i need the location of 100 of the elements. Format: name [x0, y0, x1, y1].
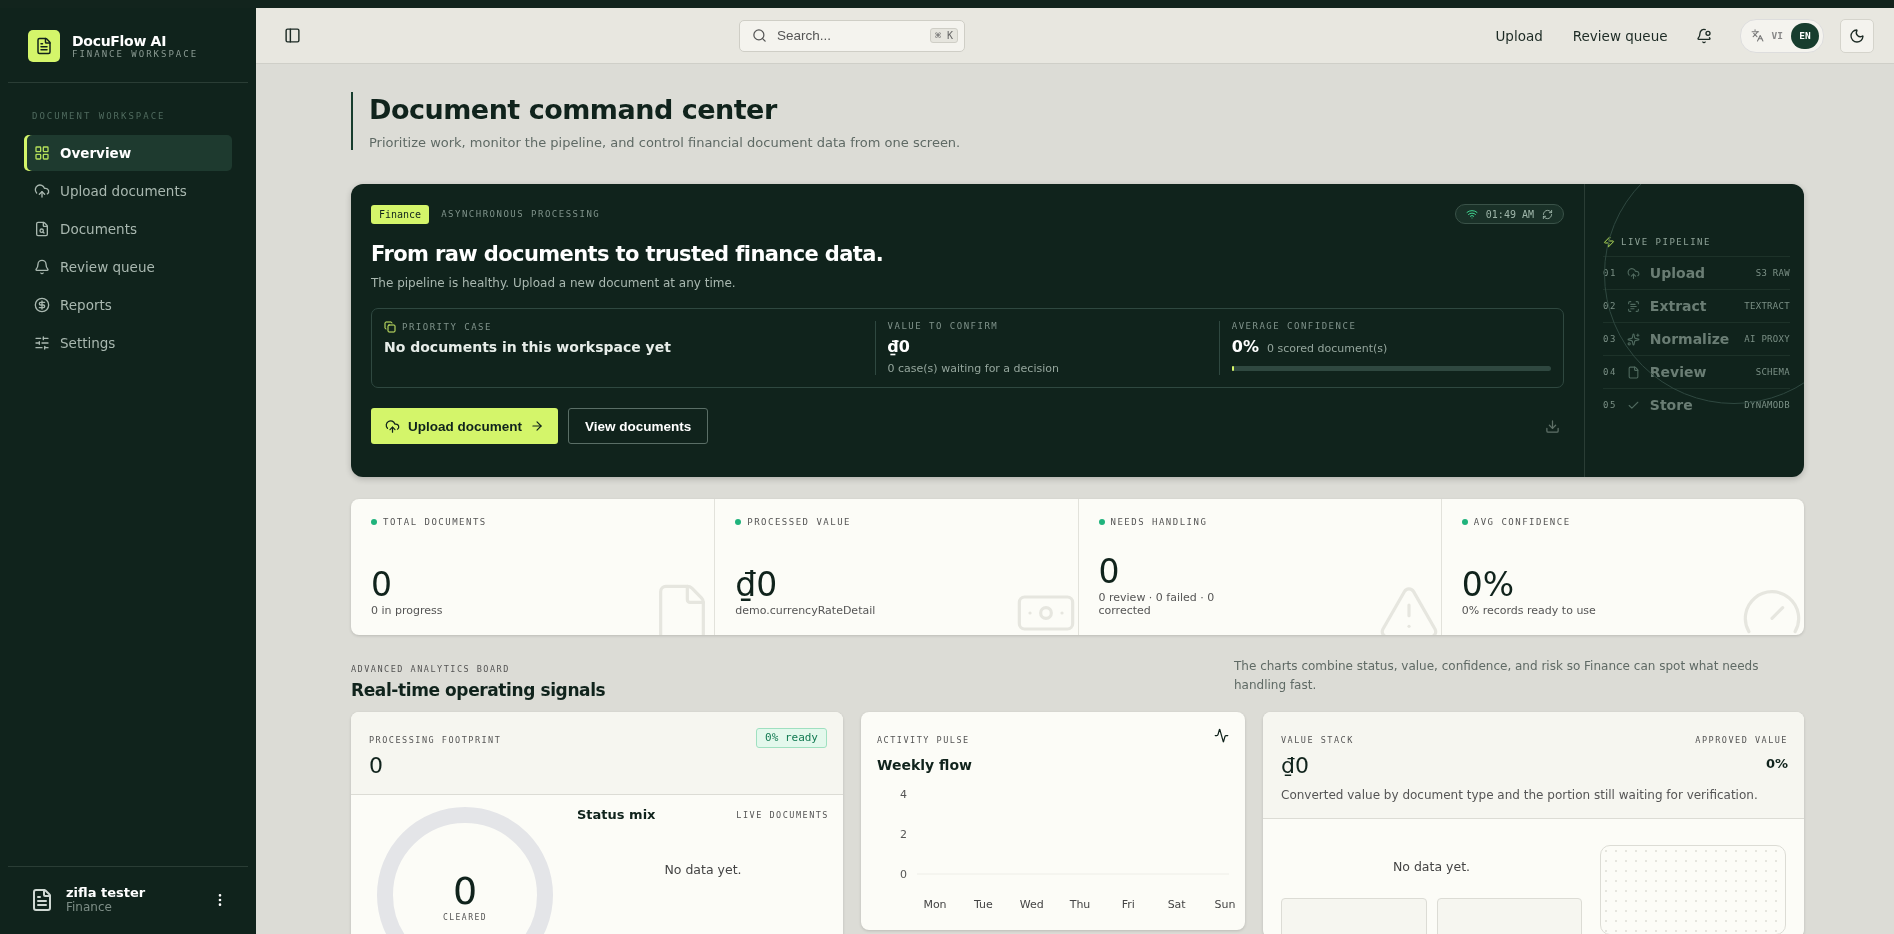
step-index: 04 [1603, 367, 1617, 377]
cloud-upload-icon [34, 183, 50, 199]
priority-text: No documents in this workspace yet [384, 339, 672, 355]
sparkles-icon [1626, 332, 1640, 346]
x-tick-label: Sun [1214, 898, 1236, 911]
mix-label: LIVE DOCUMENTS [736, 809, 829, 820]
notification-bell-icon [1695, 27, 1712, 44]
search-field[interactable]: Search... ⌘ K [739, 19, 965, 52]
moon-icon [1849, 27, 1865, 44]
empty-message: No data yet. [1391, 859, 1472, 874]
stat-note: 0% records ready to use [1461, 604, 1597, 617]
donut-value: 0 [452, 868, 478, 913]
processing-mode-label: ASYNCHRONOUS PROCESSING [441, 209, 601, 219]
status-dot [371, 519, 377, 525]
ready-badge: 0% ready [756, 728, 827, 748]
empty-message: No data yet. [663, 862, 743, 877]
refresh-icon [1542, 208, 1553, 220]
language-switcher[interactable]: VI EN [1739, 18, 1824, 53]
card-label: PROCESSING FOOTPRINT [369, 735, 502, 745]
nav-section-label: DOCUMENT WORKSPACE [31, 110, 167, 123]
nav-item[interactable]: Review queue [24, 249, 232, 285]
search-input[interactable]: Search... [775, 27, 922, 44]
nav-item[interactable]: Reports [24, 287, 232, 323]
stat-value: 0 [1098, 552, 1121, 591]
language-option[interactable]: EN [1791, 22, 1819, 49]
step-name: Store [1649, 397, 1694, 413]
section-title: Real-time operating signals [351, 680, 606, 700]
card-label: ACTIVITY PULSE [877, 735, 970, 745]
search-icon [752, 28, 767, 43]
step-service: AI PROXY [1744, 334, 1790, 344]
stat-label: AVG CONFIDENCE [1473, 517, 1571, 527]
donut-label: CLEARED [442, 912, 488, 922]
x-tick-label: Wed [1019, 898, 1044, 911]
status-dot [1461, 519, 1468, 525]
stat-value: ₫0 [735, 565, 779, 604]
theme-toggle-button[interactable] [1840, 18, 1874, 53]
value-amount: ₫0 [887, 337, 911, 356]
status-dot [1098, 519, 1105, 525]
x-tick-label: Tue [973, 898, 993, 911]
pipeline-status: The pipeline is healthy. Upload a new document at any time. [371, 276, 737, 290]
view-documents-button[interactable]: View documents [568, 408, 709, 444]
step-index: 03 [1603, 334, 1617, 344]
nav-item[interactable]: Upload documents [24, 173, 232, 209]
lightning-icon [1603, 236, 1615, 248]
stat-note: demo.currencyRateDetail [735, 604, 877, 617]
user-role: Finance [66, 900, 113, 914]
shortcut-hint: ⌘ K [929, 28, 958, 43]
chart-title: Weekly flow [877, 757, 972, 773]
cell-label: VALUE TO CONFIRM [887, 321, 1000, 331]
dollar-icon [34, 297, 50, 313]
card-value: 0 [369, 753, 384, 778]
x-tick-label: Thu [1069, 898, 1091, 911]
bell-icon [34, 259, 50, 275]
settings-icon [34, 335, 50, 351]
download-icon [1545, 418, 1560, 434]
step-name: Upload [1649, 265, 1707, 281]
stat-note: 0 review · 0 failed · 0 corrected [1098, 591, 1216, 617]
app-logo-icon [28, 30, 60, 62]
confidence-value: 0% [1231, 337, 1259, 356]
step-service: SCHEMA [1755, 367, 1790, 377]
top-nav-link[interactable]: Review queue [1572, 27, 1668, 44]
upload-document-button[interactable]: Upload document [371, 408, 558, 444]
x-tick-label: Mon [923, 898, 947, 911]
stat-note: 0 in progress [371, 604, 444, 617]
app-subtitle: FINANCE WORKSPACE [72, 49, 199, 59]
step-index: 02 [1603, 301, 1617, 311]
page-subtitle: Prioritize work, monitor the pipeline, and control financial document data from one screen. [369, 135, 962, 150]
nav-item[interactable]: Settings [24, 325, 232, 361]
card-label: VALUE STACK [1281, 735, 1354, 745]
approved-value: 0% [1765, 756, 1788, 771]
cloud-upload-icon [1626, 266, 1640, 280]
top-nav-link[interactable]: Upload [1495, 27, 1543, 44]
nav-item[interactable]: Overview [24, 135, 232, 171]
document-icon [1626, 365, 1640, 379]
stat-value: 0 [371, 565, 393, 604]
y-tick-label: 0 [900, 868, 907, 881]
translate-icon [1750, 29, 1764, 42]
grid-icon [34, 145, 50, 161]
y-tick-label: 2 [900, 828, 907, 841]
status-dot [735, 519, 742, 525]
pulse-icon [1214, 728, 1229, 743]
cell-label: AVERAGE CONFIDENCE [1231, 321, 1358, 331]
card-value: ₫0 [1281, 753, 1310, 778]
step-service: S3 RAW [1755, 268, 1790, 278]
user-name: zifla tester [66, 885, 147, 900]
pipeline-title: LIVE PIPELINE [1621, 237, 1711, 247]
cell-label: PRIORITY CASE [402, 322, 492, 332]
step-name: Normalize [1649, 331, 1731, 347]
mix-title: Status mix [577, 807, 656, 822]
section-description: The charts combine status, value, confidence, and risk so Finance can spot what needs handling fast. [1234, 658, 1760, 695]
step-service: TEXTRACT [1744, 301, 1790, 311]
clock-time: 01:49 AM [1485, 208, 1534, 220]
step-index: 05 [1603, 400, 1617, 410]
document-icon [34, 221, 50, 237]
x-tick-label: Sat [1167, 898, 1186, 911]
page-title: Document command center [369, 94, 779, 125]
stat-label: NEEDS HANDLING [1110, 517, 1208, 527]
step-name: Extract [1649, 298, 1708, 314]
stat-value: 0% [1461, 565, 1516, 604]
nav-item[interactable]: Documents [24, 211, 232, 247]
